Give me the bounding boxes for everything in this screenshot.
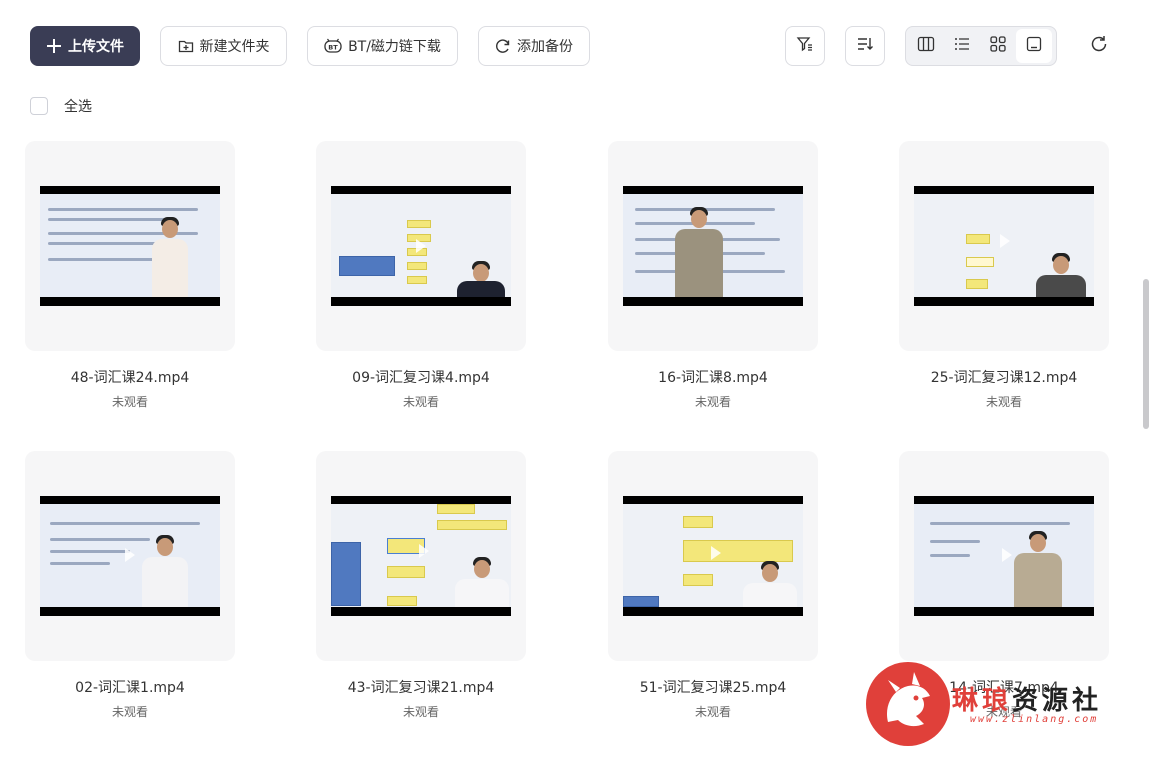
file-card[interactable]: 16-词汇课8.mp4 未观看 xyxy=(608,141,878,431)
file-card[interactable]: 51-词汇复习课25.mp4 未观看 xyxy=(608,451,878,741)
video-preview xyxy=(331,496,511,616)
filter-button[interactable] xyxy=(785,26,825,66)
video-preview xyxy=(623,496,803,616)
file-card[interactable]: 02-词汇课1.mp4 未观看 xyxy=(25,451,295,741)
file-name[interactable]: 51-词汇复习课25.mp4 xyxy=(608,677,818,697)
bt-download-button[interactable]: BT BT/磁力链下载 xyxy=(307,26,458,66)
view-column-option[interactable] xyxy=(908,29,944,63)
watch-status: 未观看 xyxy=(694,705,731,719)
refresh-icon xyxy=(1089,34,1109,58)
video-preview xyxy=(40,496,220,616)
select-all-label: 全选 xyxy=(64,99,92,115)
file-thumbnail[interactable] xyxy=(316,451,526,661)
watch-status: 未观看 xyxy=(402,705,439,719)
watch-status: 未观看 xyxy=(111,395,148,409)
column-view-icon xyxy=(917,35,935,57)
svg-text:BT: BT xyxy=(328,44,338,52)
list-view-icon xyxy=(953,35,971,57)
watch-status: 未观看 xyxy=(694,395,731,409)
sync-icon xyxy=(495,38,511,54)
add-backup-button[interactable]: 添加备份 xyxy=(478,26,590,66)
file-thumbnail[interactable] xyxy=(608,451,818,661)
watch-status: 未观看 xyxy=(985,395,1022,409)
sort-icon xyxy=(856,35,874,57)
select-all: 全选 xyxy=(30,96,92,116)
watermark-brand-red: 琳琅 xyxy=(952,686,1013,716)
file-thumbnail[interactable] xyxy=(316,141,526,351)
file-browser-page: 上传文件 新建文件夹 BT BT/磁力链下载 添加备份 全选 48-词汇课24.… xyxy=(0,0,1151,765)
watermark-url: www.zlinlang.com xyxy=(970,714,1099,725)
view-grid-option[interactable] xyxy=(980,29,1016,63)
file-name[interactable]: 02-词汇课1.mp4 xyxy=(25,677,235,697)
file-thumbnail[interactable] xyxy=(25,451,235,661)
file-card[interactable]: 48-词汇课24.mp4 未观看 xyxy=(25,141,295,431)
file-name[interactable]: 09-词汇复习课4.mp4 xyxy=(316,367,526,387)
upload-button-label: 上传文件 xyxy=(68,39,124,55)
video-preview xyxy=(914,496,1094,616)
filter-icon xyxy=(796,35,814,57)
file-thumbnail[interactable] xyxy=(608,141,818,351)
view-list-option[interactable] xyxy=(944,29,980,63)
plus-icon xyxy=(46,38,62,54)
file-card[interactable]: 43-词汇复习课21.mp4 未观看 xyxy=(316,451,586,741)
folder-plus-icon xyxy=(178,38,194,54)
file-thumbnail[interactable] xyxy=(899,451,1109,661)
sort-button[interactable] xyxy=(845,26,885,66)
watch-status: 未观看 xyxy=(402,395,439,409)
toolbar: 上传文件 新建文件夹 BT BT/磁力链下载 添加备份 xyxy=(30,26,1151,66)
add-backup-button-label: 添加备份 xyxy=(517,39,573,55)
grid-view-icon xyxy=(989,35,1007,57)
file-name[interactable]: 16-词汇课8.mp4 xyxy=(608,367,818,387)
bt-download-button-label: BT/磁力链下载 xyxy=(348,39,441,55)
file-thumbnail[interactable] xyxy=(899,141,1109,351)
preview-view-icon xyxy=(1025,35,1043,57)
watermark-brand: 琳琅资源社 xyxy=(952,680,1102,717)
new-folder-button-label: 新建文件夹 xyxy=(199,39,270,55)
watch-status: 未观看 xyxy=(111,705,148,719)
scrollbar-thumb[interactable] xyxy=(1143,279,1149,429)
file-card[interactable]: 25-词汇复习课12.mp4 未观看 xyxy=(899,141,1151,431)
file-name[interactable]: 48-词汇课24.mp4 xyxy=(25,367,235,387)
video-preview xyxy=(331,186,511,306)
watermark: 琳琅资源社 www.zlinlang.com xyxy=(866,662,1136,752)
file-thumbnail[interactable] xyxy=(25,141,235,351)
dragon-logo-icon xyxy=(866,662,950,746)
video-preview xyxy=(914,186,1094,306)
file-name[interactable]: 43-词汇复习课21.mp4 xyxy=(316,677,526,697)
watermark-brand-dark: 资源社 xyxy=(1012,686,1103,716)
upload-button[interactable]: 上传文件 xyxy=(30,26,140,66)
view-preview-option[interactable] xyxy=(1016,29,1052,63)
refresh-button[interactable] xyxy=(1079,26,1119,66)
video-preview xyxy=(40,186,220,306)
view-mode-group xyxy=(905,26,1057,66)
file-card[interactable]: 09-词汇复习课4.mp4 未观看 xyxy=(316,141,586,431)
select-all-checkbox[interactable] xyxy=(30,97,48,115)
video-preview xyxy=(623,186,803,306)
new-folder-button[interactable]: 新建文件夹 xyxy=(160,26,287,66)
file-name[interactable]: 25-词汇复习课12.mp4 xyxy=(899,367,1109,387)
bt-icon: BT xyxy=(324,38,342,54)
